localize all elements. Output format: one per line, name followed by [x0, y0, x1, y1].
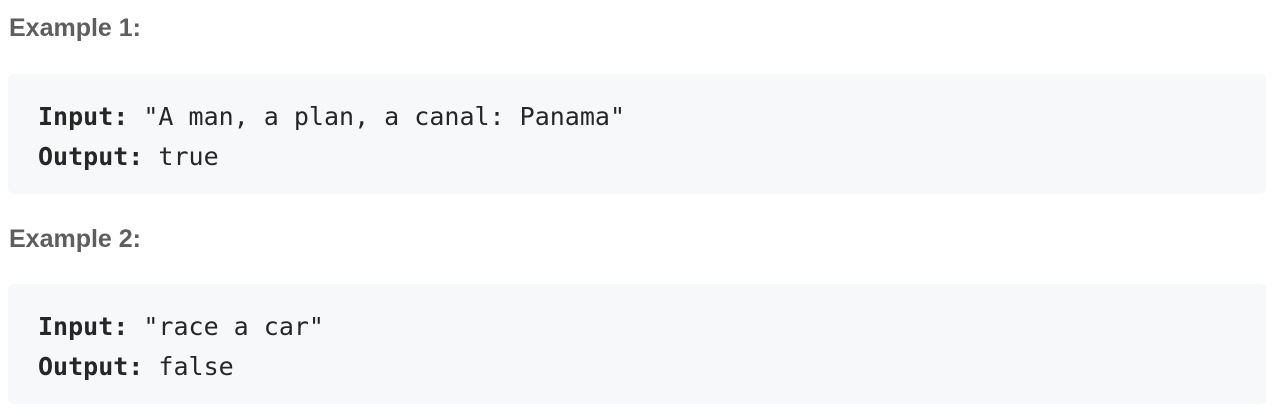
- output-value: false: [143, 352, 234, 381]
- example-2-heading: Example 2:: [9, 225, 142, 253]
- output-label: Output:: [38, 352, 144, 381]
- example-2-input-line: Input: "race a car": [38, 307, 1236, 347]
- output-value: true: [143, 142, 219, 171]
- input-value: "A man, a plan, a canal: Panama": [128, 102, 626, 131]
- output-label: Output:: [38, 142, 144, 171]
- example-1-output-line: Output: true: [38, 137, 1236, 177]
- input-label: Input:: [38, 102, 129, 131]
- example-1-heading: Example 1:: [9, 14, 142, 42]
- example-1-code-block: Input: "A man, a plan, a canal: Panama" …: [8, 74, 1266, 194]
- input-label: Input:: [38, 312, 129, 341]
- example-2-output-line: Output: false: [38, 347, 1236, 387]
- example-1-input-line: Input: "A man, a plan, a canal: Panama": [38, 97, 1236, 137]
- example-2-code-block: Input: "race a car" Output: false: [8, 284, 1266, 404]
- input-value: "race a car": [128, 312, 324, 341]
